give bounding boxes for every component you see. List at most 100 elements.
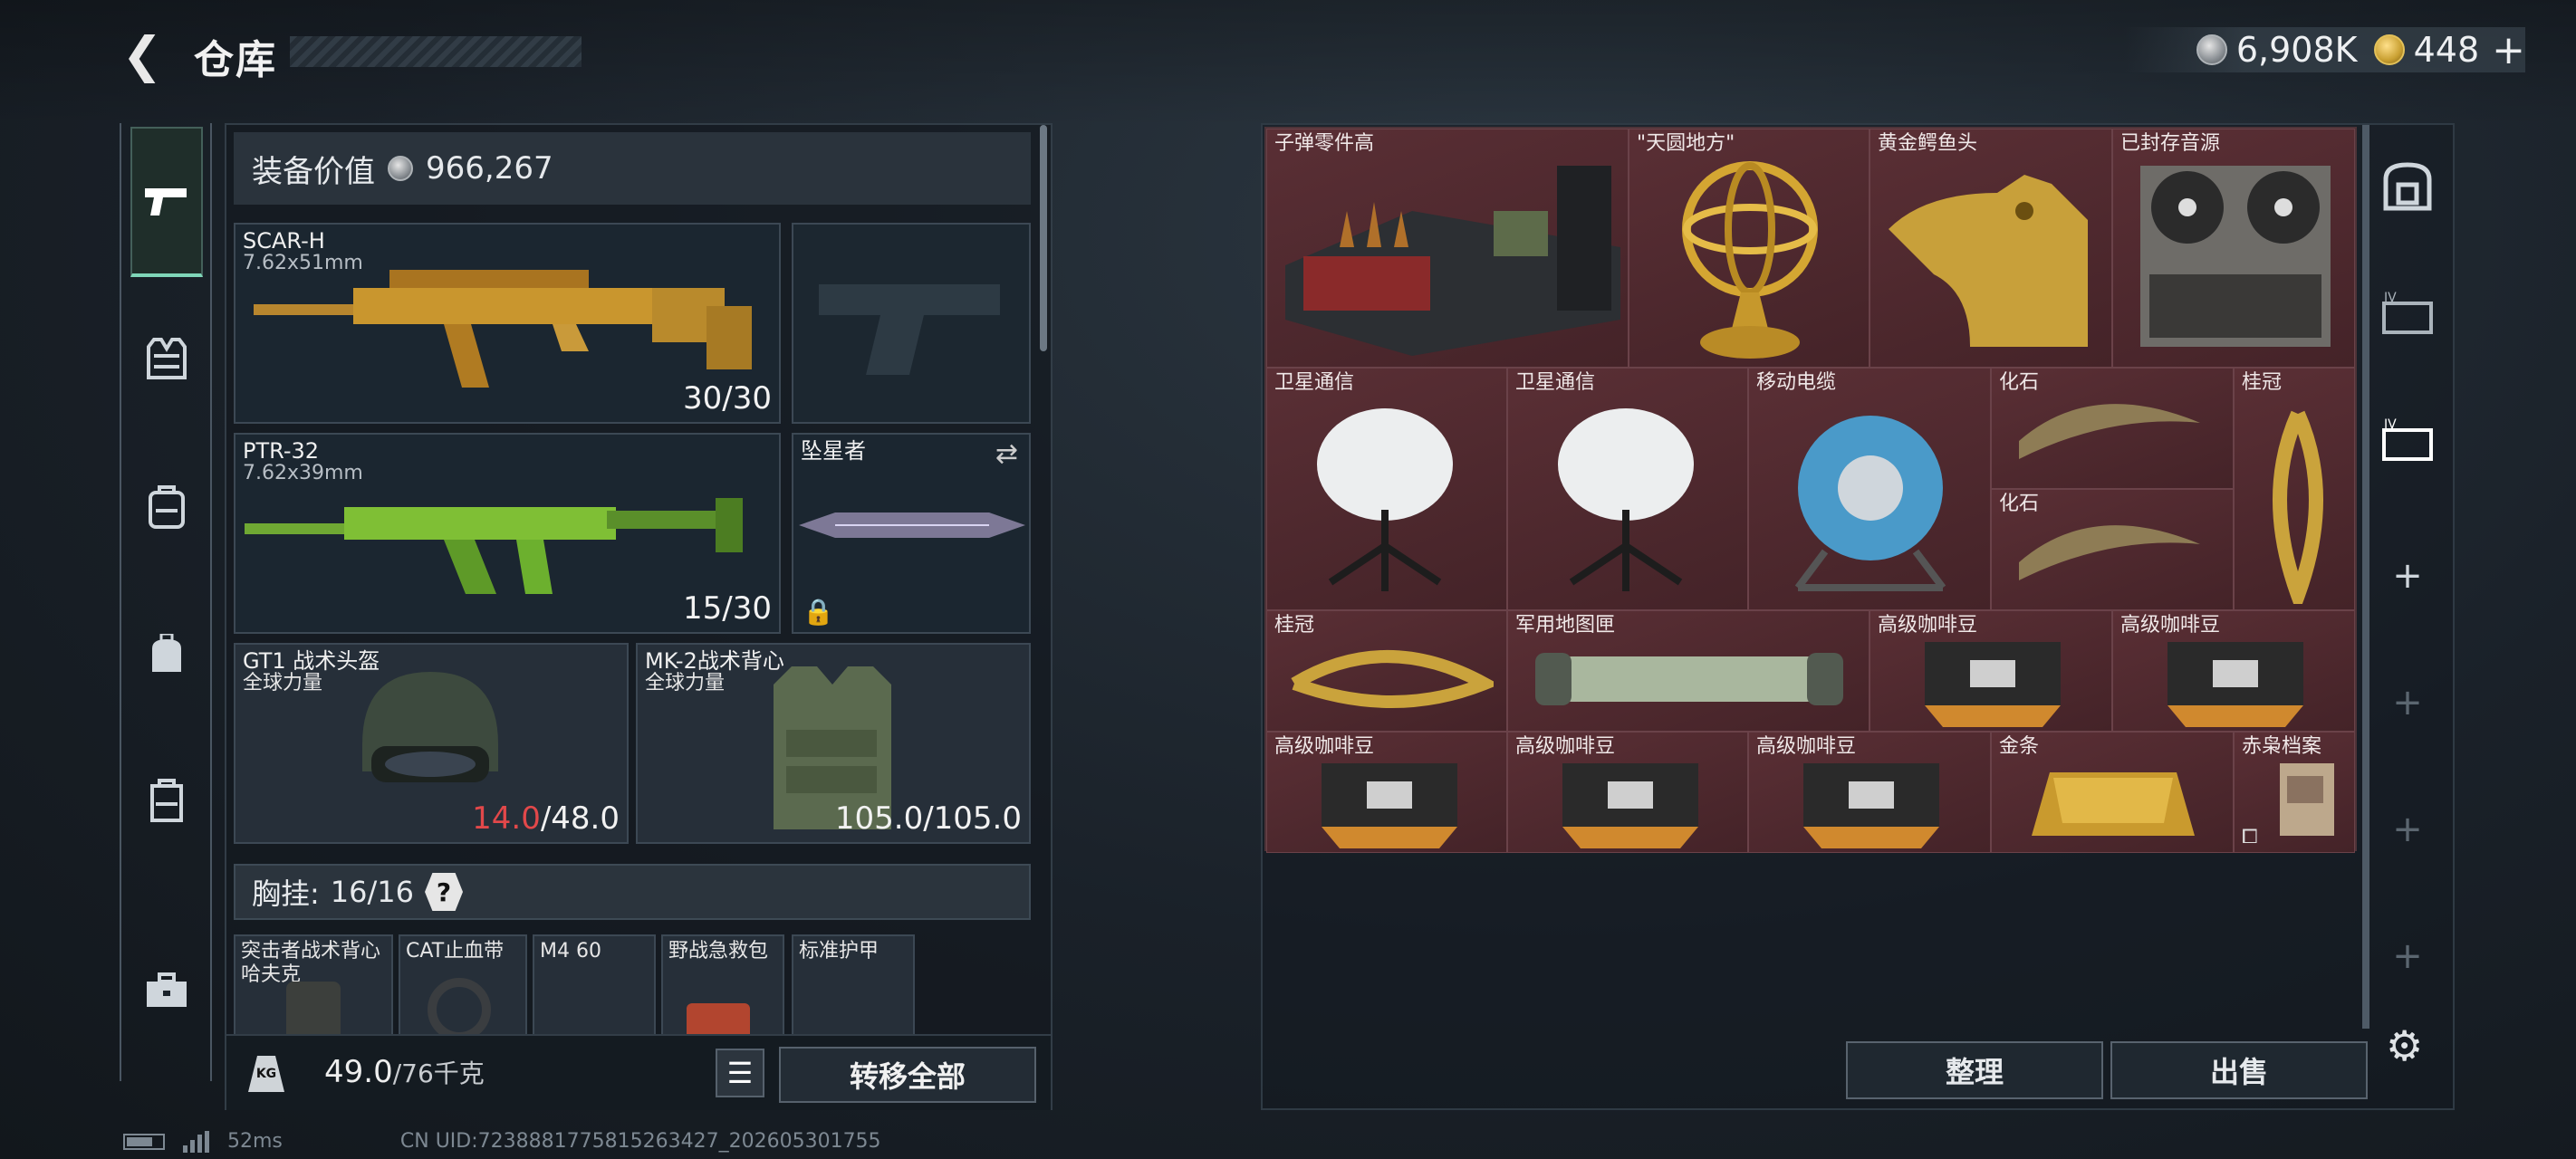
rig-item-name: 突击者战术背心 哈夫克 (241, 940, 381, 986)
backpack-icon (149, 485, 185, 529)
armor-durability: 105.0/105.0 (834, 800, 1022, 837)
rig-item-name: 野战急救包 (668, 940, 769, 963)
lock-icon: 🔒 (803, 597, 834, 627)
nav-weapons[interactable] (130, 127, 203, 277)
rig-item[interactable]: 突击者战术背心 哈夫克 (234, 934, 393, 1047)
stash-item[interactable]: 化石 (1991, 368, 2234, 489)
satellite-dish-image (1317, 408, 1453, 591)
stash-item[interactable]: 桂冠 (2234, 368, 2355, 610)
item-name: 化石 (1999, 493, 2040, 515)
nav-backpack[interactable] (132, 473, 201, 541)
stash-item[interactable]: 已封存音源 (2112, 129, 2355, 368)
stash-item[interactable]: "天圆地方" (1629, 129, 1870, 368)
nav-toolbox[interactable] (132, 956, 201, 1025)
helmet-durability-max: /48.0 (540, 800, 620, 837)
satellite-dish-image (1558, 408, 1694, 591)
stash-item[interactable]: 桂冠 (1266, 610, 1507, 732)
nav-bag[interactable] (132, 619, 201, 688)
stash-item[interactable]: 化石 (1991, 489, 2234, 610)
stash-tab-safe[interactable] (2380, 159, 2435, 214)
armor-name: MK-2战术背心 (645, 648, 784, 674)
stash-item[interactable]: 赤枭档案 ⧠ (2234, 732, 2355, 853)
helmet-slot[interactable]: GT1 战术头盔 全球力量 14.0/48.0 (234, 643, 629, 844)
stash-item[interactable]: 高级咖啡豆 (2112, 610, 2355, 732)
item-name: 高级咖啡豆 (1515, 735, 1616, 758)
transfer-all-button[interactable]: 转移全部 (779, 1047, 1036, 1103)
pistol-icon (145, 188, 187, 216)
add-stash-tab[interactable]: + (2380, 675, 2435, 730)
add-icon: + (2392, 682, 2423, 723)
back-arrow-icon[interactable]: ❮ (120, 26, 165, 83)
add-stash-tab[interactable]: + (2380, 549, 2435, 603)
stash-item[interactable]: 高级咖啡豆 (1266, 732, 1507, 853)
tier4-case-icon: IV (2382, 417, 2433, 461)
scar-h-rifle-image (254, 270, 752, 388)
rig-item[interactable]: CAT止血带 (399, 934, 527, 1047)
equipment-value-amount: 966,267 (426, 150, 553, 187)
add-stash-tab[interactable]: + (2380, 929, 2435, 983)
stash-item[interactable]: 高级咖啡豆 (1748, 732, 1991, 853)
coffee-beans-image (1803, 763, 1939, 848)
helmet-faction: 全球力量 (243, 672, 323, 694)
helmet-durability-current: 14.0 (472, 800, 541, 837)
add-icon: + (2392, 555, 2423, 597)
item-name: 高级咖啡豆 (2120, 614, 2221, 637)
weapon-ammo: 15/30 (683, 590, 772, 627)
stash-item[interactable]: 移动电缆 (1748, 368, 1991, 610)
rig-item[interactable]: 野战急救包 (661, 934, 784, 1047)
cable-reel-image (1794, 416, 1946, 591)
item-name: 军用地图匣 (1515, 614, 1616, 637)
nav-case[interactable] (132, 766, 201, 835)
stash-item[interactable]: 卫星通信 (1507, 368, 1748, 610)
primary-weapon-slot[interactable]: SCAR-H 7.62x51mm 30/30 (234, 223, 781, 424)
stash-item[interactable]: 卫星通信 (1266, 368, 1507, 610)
silver-coin-icon (2196, 34, 2227, 65)
page-title: 仓库 (194, 37, 277, 83)
stash-item[interactable]: 高级咖啡豆 (1507, 732, 1748, 853)
fossil-claw-image (2019, 404, 2200, 459)
rig-label: 胸挂: (252, 876, 320, 911)
coffee-beans-image (1562, 763, 1698, 848)
melee-slot[interactable]: 坠星者 ⇄ 🔒 (792, 433, 1031, 634)
item-name: 黄金鳄鱼头 (1878, 132, 1978, 155)
stash-tab-case-1[interactable]: IV (2380, 286, 2435, 340)
rig-item[interactable]: 标准护甲 (792, 934, 915, 1047)
loadout-scrollbar[interactable] (1040, 125, 1047, 351)
stash-item[interactable]: 金条 (1991, 732, 2234, 853)
weight-bar: KG 49.0/76千克 ☰ 转移全部 (226, 1034, 1051, 1110)
stash-item[interactable]: 黄金鳄鱼头 (1870, 129, 2112, 368)
item-name: 已封存音源 (2120, 132, 2221, 155)
helmet-durability: 14.0/48.0 (472, 800, 620, 837)
ping-value: 52ms (227, 1130, 283, 1153)
swap-icon[interactable]: ⇄ (995, 438, 1018, 470)
sort-button[interactable]: 整理 (1846, 1041, 2103, 1099)
rig-item-name: 标准护甲 (799, 940, 879, 963)
secondary-weapon-slot[interactable]: PTR-32 7.62x39mm 15/30 (234, 433, 781, 634)
pistol-slot-empty[interactable] (792, 223, 1031, 424)
add-stash-tab[interactable]: + (2380, 802, 2435, 857)
dossier-image (2280, 763, 2334, 836)
add-icon: + (2392, 935, 2423, 977)
stash-item[interactable]: 军用地图匣 (1507, 610, 1870, 732)
stash-item[interactable]: 高级咖啡豆 (1870, 610, 2112, 732)
ammo-parts-image (1285, 166, 1620, 356)
gold-currency[interactable]: 448 + (2373, 27, 2525, 73)
rig-item[interactable]: M4 60 (533, 934, 656, 1047)
armillary-sphere-image (1682, 161, 1818, 359)
battery-icon (123, 1133, 165, 1150)
nav-vest[interactable] (132, 324, 201, 393)
coffee-beans-image (1925, 642, 2061, 727)
list-view-button[interactable]: ☰ (716, 1049, 764, 1097)
armor-slot[interactable]: MK-2战术背心 全球力量 105.0/105.0 (636, 643, 1031, 844)
rig-help-icon[interactable]: ? (425, 873, 464, 911)
weight-current: 49.0 (324, 1054, 393, 1090)
list-icon: ☰ (726, 1056, 754, 1090)
stash-item[interactable]: 子弹零件高 (1266, 129, 1629, 368)
item-name: 桂冠 (1274, 614, 1315, 637)
add-currency-icon[interactable]: + (2492, 27, 2525, 73)
gold-bar-image (2032, 772, 2195, 836)
settings-gear-icon[interactable]: ⚙ (2386, 1021, 2423, 1070)
sell-button[interactable]: 出售 (2110, 1041, 2368, 1099)
item-name: 赤枭档案 (2242, 735, 2322, 758)
stash-tab-case-2-active[interactable]: IV (2380, 413, 2435, 467)
